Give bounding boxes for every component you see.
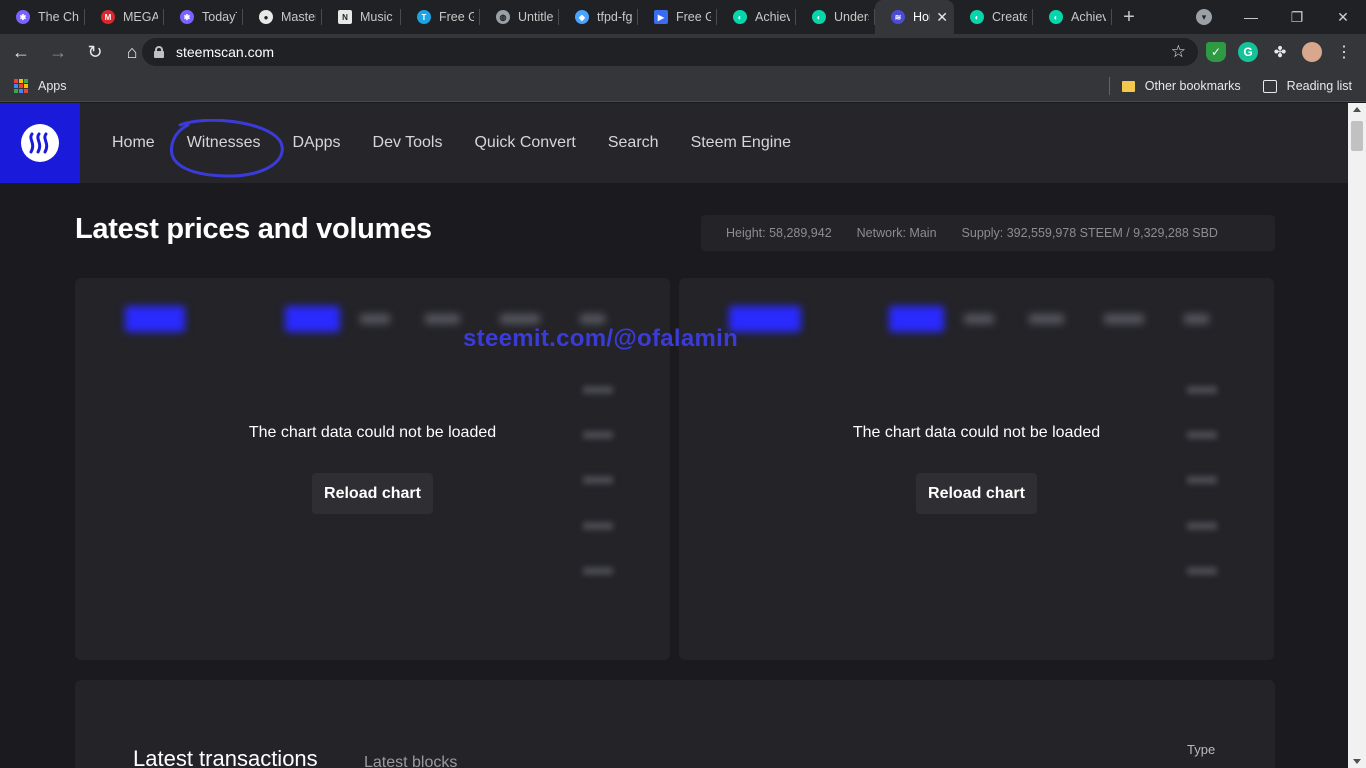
video-icon: ▶	[654, 10, 668, 24]
folder-icon	[1121, 80, 1135, 92]
chain-stats-bar: Height: 58,289,942 Network: Main Supply:…	[701, 215, 1275, 251]
graph-icon: ✱	[16, 10, 30, 24]
page-title: Latest prices and volumes	[75, 213, 432, 245]
watermark-text: steemit.com/@ofalamin	[463, 325, 739, 352]
close-window-icon[interactable]: ✕	[1320, 9, 1366, 26]
transactions-title[interactable]: Latest transactions	[133, 746, 318, 768]
reload-chart-button[interactable]: Reload chart	[312, 473, 433, 514]
browser-tab[interactable]: ● Master	[243, 0, 322, 34]
chart-tabs-blurred	[679, 306, 1274, 336]
apps-link[interactable]: Apps	[38, 79, 67, 93]
t-icon: T	[417, 10, 431, 24]
steem-logo[interactable]	[0, 103, 80, 183]
grammarly-icon[interactable]: G	[1238, 42, 1258, 62]
mega-icon: M	[101, 10, 115, 24]
globe-icon: ◍	[496, 10, 510, 24]
scroll-down-icon[interactable]	[1353, 759, 1361, 764]
restore-icon[interactable]: ❐	[1274, 9, 1320, 26]
close-icon[interactable]: ✕	[936, 9, 948, 26]
column-header-type: Type	[1187, 742, 1216, 757]
steemit-icon: ◐	[970, 10, 984, 24]
nav-witnesses[interactable]: Witnesses	[187, 134, 261, 152]
browser-tab[interactable]: ✱ TodayT	[164, 0, 243, 34]
browser-tab[interactable]: M MEGA	[85, 0, 164, 34]
shield-icon[interactable]: ✓	[1206, 42, 1226, 62]
avatar[interactable]	[1302, 42, 1322, 62]
extensions-icon[interactable]: ✤	[1270, 42, 1290, 62]
nav-search[interactable]: Search	[608, 134, 659, 152]
scroll-thumb[interactable]	[1351, 121, 1363, 151]
address-bar[interactable]: steemscan.com ☆	[142, 38, 1198, 66]
steemit-icon: ◐	[733, 10, 747, 24]
window-controls: — ❐ ✕	[1228, 0, 1366, 34]
tab-search-icon[interactable]: ▾	[1196, 9, 1212, 25]
divider	[1108, 77, 1110, 95]
tab-latest-blocks[interactable]: Latest blocks	[364, 754, 457, 768]
steemit-icon: ◐	[812, 10, 826, 24]
minimize-icon[interactable]: —	[1228, 9, 1274, 25]
browser-tab-active[interactable]: ≋ Hor ✕	[875, 0, 954, 34]
other-bookmarks-link[interactable]: Other bookmarks	[1145, 79, 1241, 93]
page-content: Home Witnesses DApps Dev Tools Quick Con…	[0, 103, 1348, 768]
steemscan-icon: ≋	[891, 10, 905, 24]
nav-dev-tools[interactable]: Dev Tools	[373, 134, 443, 152]
chart-error-message: The chart data could not be loaded	[248, 424, 497, 441]
bookmarks-bar: Apps Other bookmarks Reading list	[0, 70, 1366, 102]
browser-tab[interactable]: ◆ tfpd-fg	[559, 0, 638, 34]
reading-list-link[interactable]: Reading list	[1287, 79, 1352, 93]
back-icon[interactable]: ←	[5, 36, 37, 68]
steem-waves-icon	[29, 132, 49, 154]
browser-tab[interactable]: ◐ Achiev	[1033, 0, 1112, 34]
forward-icon[interactable]: →	[42, 36, 74, 68]
chart-error-message: The chart data could not be loaded	[852, 424, 1101, 441]
scroll-up-icon[interactable]	[1353, 107, 1361, 112]
url-text: steemscan.com	[176, 44, 275, 60]
steem-logo-icon	[21, 124, 59, 162]
browser-tab[interactable]: N Music	[322, 0, 401, 34]
browser-toolbar: ← → ↻ ⌂ steemscan.com ☆	[0, 34, 1366, 70]
browser-tab[interactable]: ▶ Free G	[638, 0, 717, 34]
nav-quick-convert[interactable]: Quick Convert	[474, 134, 575, 152]
flutter-icon: ◆	[575, 10, 589, 24]
reload-chart-button[interactable]: Reload chart	[916, 473, 1037, 514]
page-scrollbar[interactable]	[1348, 103, 1366, 768]
network-label: Network: Main	[856, 226, 937, 240]
steemit-icon: ◐	[1049, 10, 1063, 24]
browser-tab[interactable]: ◐ Achiev	[717, 0, 796, 34]
new-tab-button[interactable]: +	[1112, 0, 1146, 34]
site-header: Home Witnesses DApps Dev Tools Quick Con…	[0, 103, 1348, 183]
lock-icon[interactable]	[154, 46, 164, 58]
browser-tab[interactable]: ◐ Create	[954, 0, 1033, 34]
menu-icon[interactable]: ⋮	[1334, 42, 1354, 62]
browser-tab[interactable]: ✱ The Ch	[0, 0, 85, 34]
site-nav: Home Witnesses DApps Dev Tools Quick Con…	[112, 103, 823, 183]
transactions-card: Latest transactions Latest blocks Type	[75, 680, 1275, 768]
reading-list-icon	[1262, 79, 1277, 93]
supply-label: Supply: 392,559,978 STEEM / 9,329,288 SB…	[961, 226, 1218, 240]
volume-chart-card: The chart data could not be loaded Reloa…	[679, 278, 1274, 660]
notion-icon: N	[338, 10, 352, 24]
apps-icon[interactable]	[14, 78, 28, 93]
browser-tab[interactable]: T Free G	[401, 0, 480, 34]
github-icon: ●	[259, 10, 273, 24]
graph-icon: ✱	[180, 10, 194, 24]
nav-steem-engine[interactable]: Steem Engine	[691, 134, 792, 152]
reload-icon[interactable]: ↻	[79, 36, 111, 68]
block-height: Height: 58,289,942	[726, 226, 832, 240]
tab-strip: ✱ The Ch M MEGA ✱ TodayT ● Master N Musi…	[0, 0, 1366, 34]
nav-dapps[interactable]: DApps	[292, 134, 340, 152]
browser-tab[interactable]: ◐ Unders	[796, 0, 875, 34]
browser-tab[interactable]: ◍ Untitle	[480, 0, 559, 34]
nav-home[interactable]: Home	[112, 134, 155, 152]
bookmark-star-icon[interactable]: ☆	[1171, 42, 1186, 62]
